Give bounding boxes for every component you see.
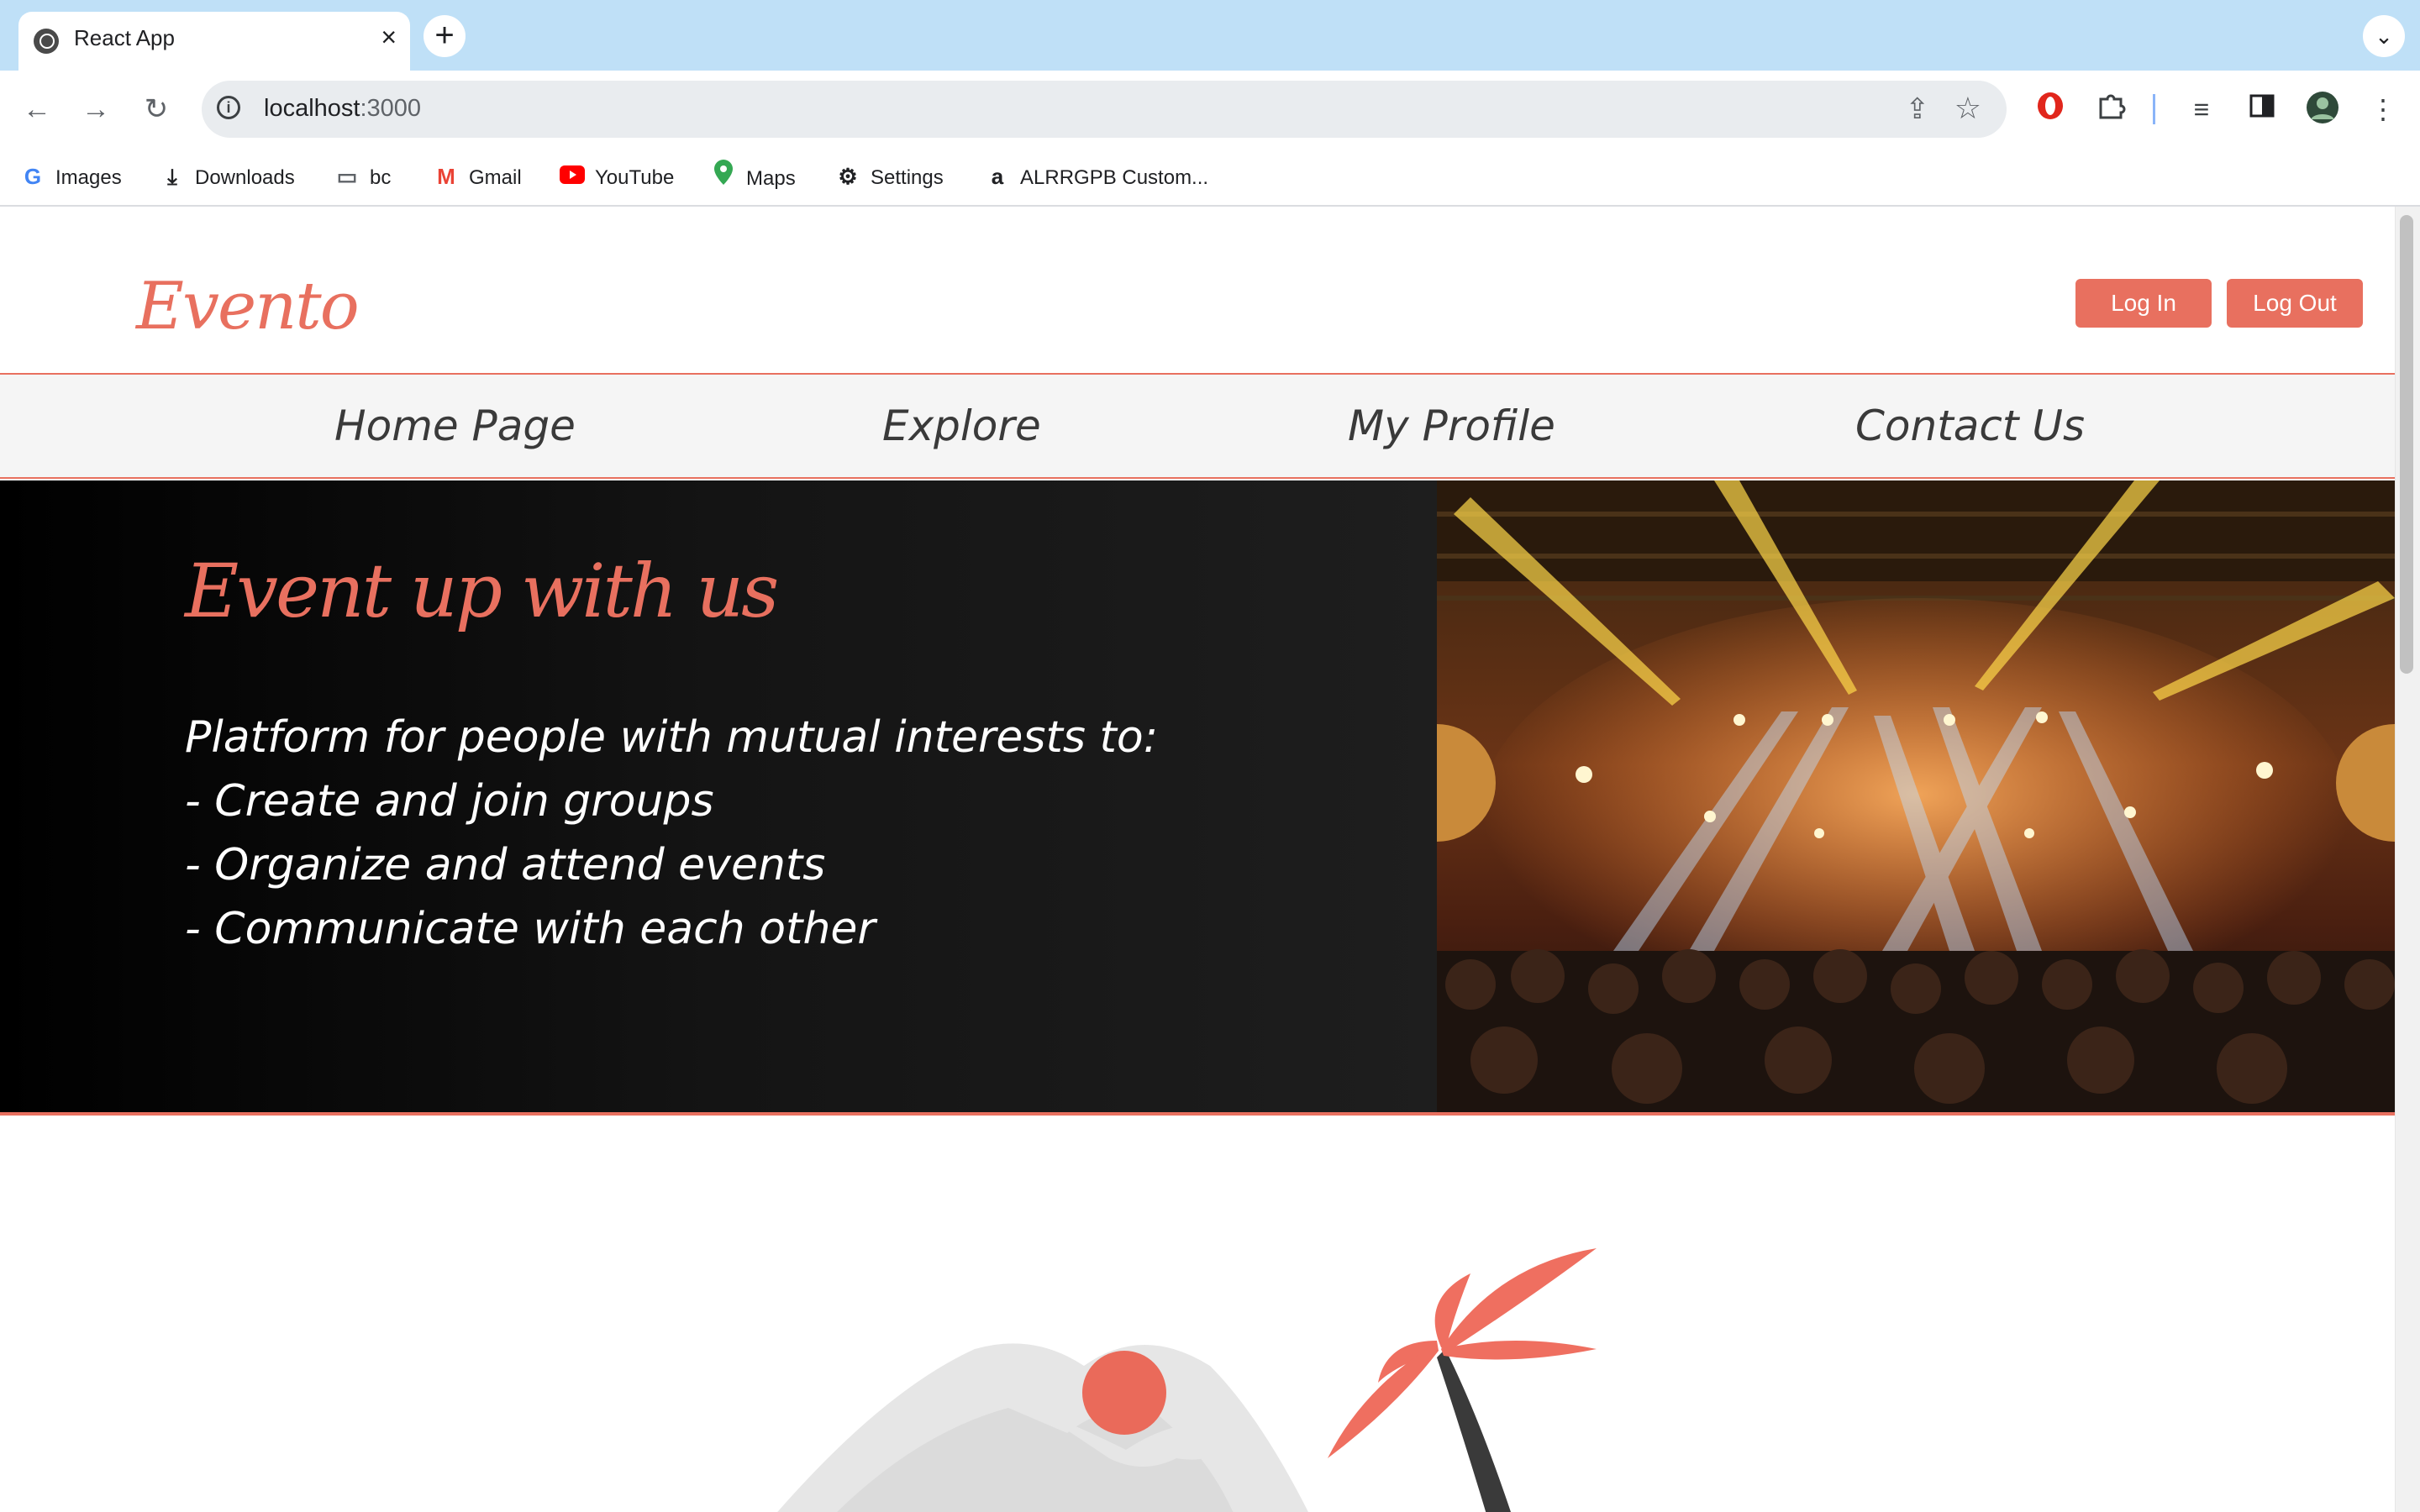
- bookmark-amazon[interactable]: a ALRRGPB Custom...: [985, 160, 1208, 193]
- hero-title: Event up with us: [185, 548, 779, 634]
- puzzle-icon[interactable]: [2092, 91, 2129, 128]
- palm-mountain-illustration: [777, 1248, 1597, 1512]
- bookmark-images[interactable]: G Images: [20, 160, 122, 193]
- nav-my-profile[interactable]: My Profile: [1348, 402, 1555, 450]
- toolbar-divider: [2153, 94, 2155, 124]
- bookmark-bc[interactable]: ▭ bc: [334, 160, 392, 193]
- logout-button[interactable]: Log Out: [2227, 279, 2363, 328]
- hero-section: Event up with us Platform for people wit…: [0, 480, 2395, 1116]
- chevron-down-icon[interactable]: ⌄: [2363, 15, 2405, 57]
- scrollbar-thumb[interactable]: [2400, 215, 2413, 674]
- gear-icon: ⚙: [838, 164, 858, 189]
- share-icon[interactable]: ⇪: [1906, 92, 1930, 126]
- hero-line: Platform for people with mutual interest…: [185, 712, 1159, 763]
- bookmark-maps[interactable]: Maps: [711, 160, 796, 193]
- page-content: Evento Log In Log Out Home Page Explore …: [0, 207, 2395, 1512]
- bookmark-settings[interactable]: ⚙ Settings: [835, 160, 943, 193]
- forward-arrow-icon[interactable]: →: [77, 91, 114, 128]
- tab-title: React App: [74, 25, 175, 50]
- browser-tab[interactable]: React App ×: [18, 12, 410, 71]
- url-text: localhost:3000: [264, 95, 421, 123]
- new-tab-button[interactable]: +: [424, 15, 466, 57]
- nav-contact-us[interactable]: Contact Us: [1855, 402, 2085, 450]
- download-icon: ⤓: [167, 164, 177, 189]
- maps-icon: [711, 160, 736, 194]
- globe-icon: [34, 29, 59, 54]
- google-icon: G: [24, 164, 42, 189]
- profile-avatar[interactable]: [2304, 91, 2341, 128]
- url-host: localhost: [264, 95, 360, 122]
- back-arrow-icon[interactable]: ←: [18, 91, 55, 128]
- site-logo[interactable]: Evento: [136, 269, 360, 344]
- hero-line: - Create and join groups: [185, 776, 714, 827]
- main-nav: Home Page Explore My Profile Contact Us: [0, 375, 2395, 479]
- bookmark-youtube[interactable]: YouTube: [560, 160, 674, 193]
- hero-line: - Organize and attend events: [185, 840, 826, 890]
- url-port: :3000: [360, 95, 422, 122]
- bookmark-downloads[interactable]: ⤓ Downloads: [160, 160, 294, 193]
- close-icon[interactable]: ×: [381, 22, 397, 53]
- info-icon[interactable]: i: [217, 96, 240, 119]
- amazon-icon: a: [991, 164, 1004, 189]
- login-button[interactable]: Log In: [2075, 279, 2212, 328]
- nav-explore[interactable]: Explore: [882, 402, 1041, 450]
- youtube-icon: [560, 160, 585, 193]
- kebab-menu-icon[interactable]: ⋮: [2365, 91, 2402, 128]
- concert-image: [1437, 480, 2395, 1112]
- media-controls-icon[interactable]: ≡: [2183, 91, 2220, 128]
- folder-icon: ▭: [336, 164, 358, 189]
- gmail-icon: M: [437, 164, 455, 189]
- star-icon[interactable]: ☆: [1954, 91, 1981, 126]
- opera-extension-icon[interactable]: [2032, 91, 2069, 128]
- reload-icon[interactable]: ↻: [138, 91, 175, 128]
- hero-line: - Communicate with each other: [185, 904, 876, 954]
- bookmark-gmail[interactable]: M Gmail: [434, 160, 522, 193]
- address-bar[interactable]: i localhost:3000 ⇪ ☆: [202, 81, 2007, 138]
- nav-home[interactable]: Home Page: [334, 402, 576, 450]
- side-panel-icon[interactable]: [2244, 91, 2281, 128]
